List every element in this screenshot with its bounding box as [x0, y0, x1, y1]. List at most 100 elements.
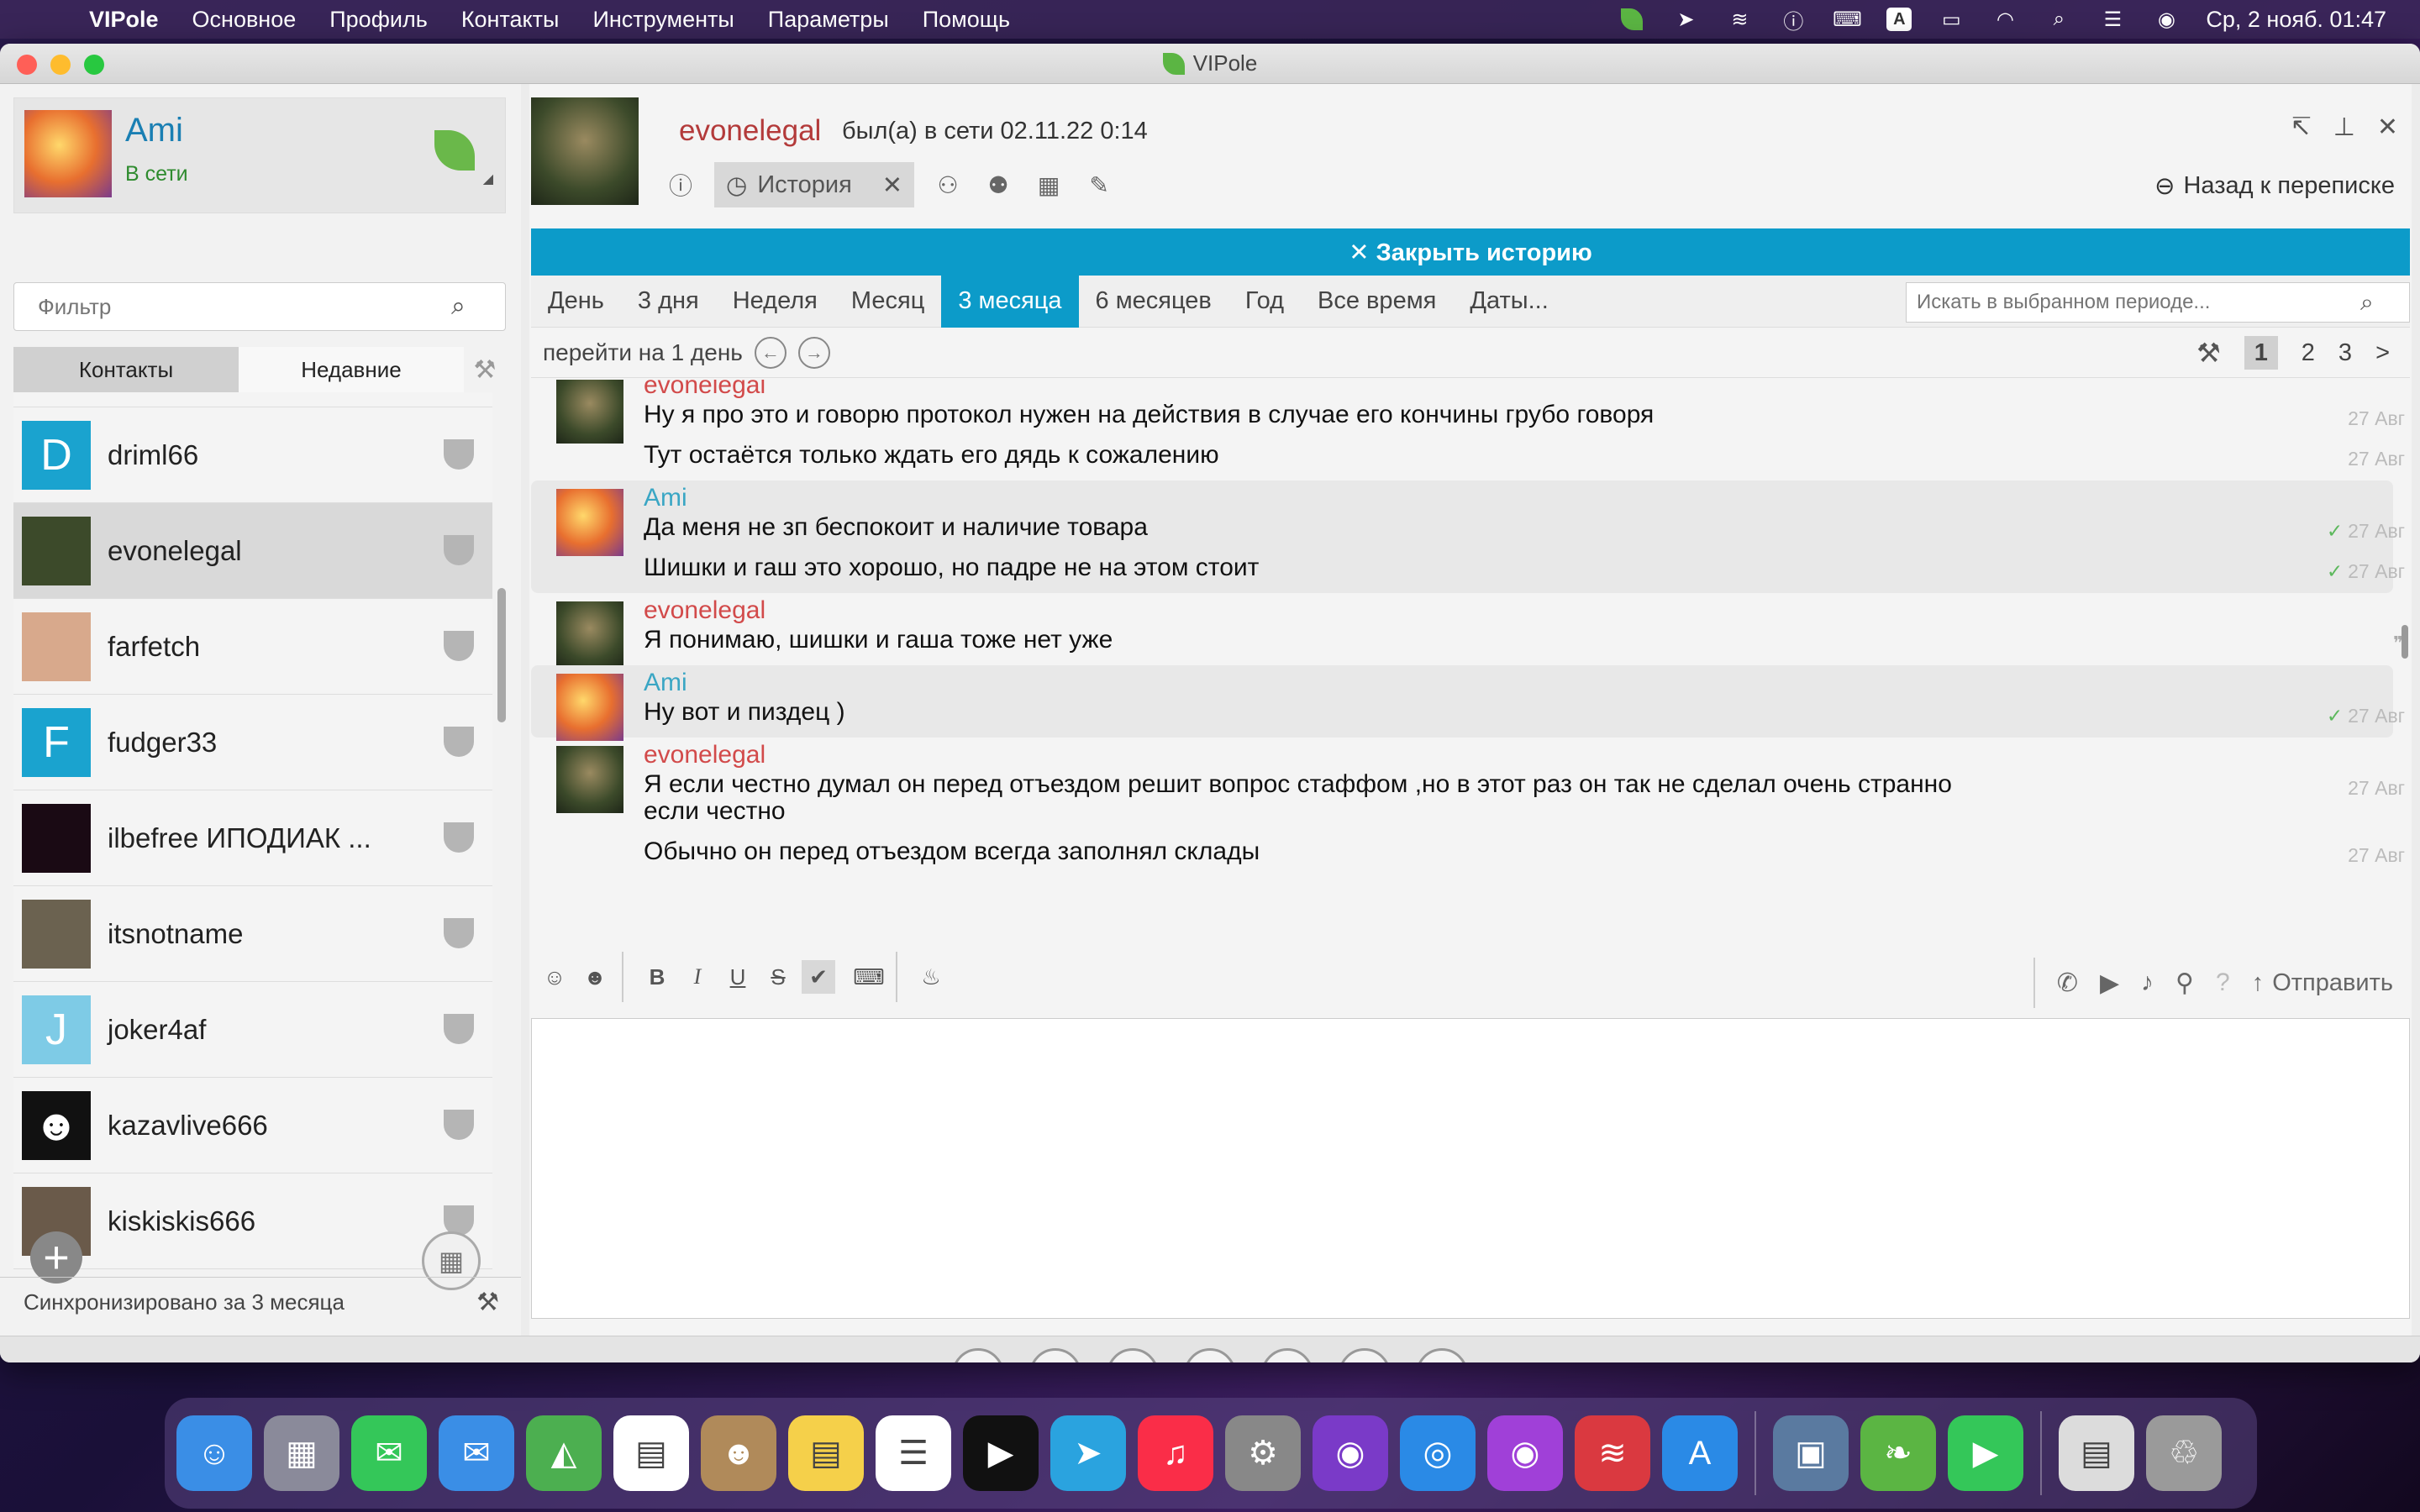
tools-icon[interactable]: ⚒	[464, 347, 506, 392]
tab-history[interactable]: ◷ История ✕	[714, 162, 915, 207]
close-icon[interactable]: ✕	[2377, 113, 2398, 142]
telegram-icon[interactable]: ➤	[1050, 1415, 1126, 1491]
peer-avatar[interactable]	[531, 97, 639, 205]
close-history-tab-icon[interactable]: ✕	[882, 171, 902, 200]
message-author[interactable]: evonelegal	[644, 593, 2393, 625]
message-author[interactable]: Ami	[644, 480, 2376, 512]
app-store-icon[interactable]: A	[1662, 1415, 1738, 1491]
tab-period[interactable]: 6 месяцев	[1079, 276, 1228, 328]
menu-app-name[interactable]: VIPole	[89, 7, 159, 33]
close-window-button[interactable]	[17, 55, 37, 75]
avatar[interactable]: D	[22, 420, 91, 490]
contact-item[interactable]: kiskiskis666	[13, 1173, 492, 1269]
next-day-button[interactable]: →	[797, 336, 830, 369]
menu-contacts[interactable]: Контакты	[461, 7, 560, 33]
podcasts-icon[interactable]: ◉	[1487, 1415, 1563, 1491]
status-shield-icon[interactable]	[434, 130, 475, 171]
page-link[interactable]: 2	[2302, 339, 2315, 367]
tab-recent[interactable]: Недавние	[239, 347, 464, 392]
message-text[interactable]: Я понимаю, шишки и гаша тоже нет уже❞⧉✕	[644, 625, 2403, 665]
expressvpn-icon[interactable]: ≋	[1575, 1415, 1650, 1491]
message-text[interactable]: Тут остаётся только ждать его дядь к сож…	[644, 440, 2410, 480]
tools-icon[interactable]: ⚒	[1416, 1347, 1468, 1362]
send-button[interactable]: ↑ Отправить	[2252, 969, 2393, 997]
page-link[interactable]: >	[2375, 339, 2390, 367]
period-search-input[interactable]	[1907, 291, 2360, 314]
finder-icon[interactable]: ☺	[176, 1415, 252, 1491]
reminders-icon[interactable]: ☰	[876, 1415, 951, 1491]
folder-icon[interactable]: ▭	[1261, 1347, 1313, 1362]
contact-item[interactable]: itsnotname	[13, 886, 492, 982]
bold-button[interactable]: B	[640, 960, 674, 994]
menubar-clock[interactable]: Ср, 2 нояб. 01:47	[2206, 7, 2386, 33]
prev-day-button[interactable]: ←	[754, 336, 786, 369]
page-link[interactable]: 1	[2244, 336, 2278, 370]
calendar-icon[interactable]: ▦	[1032, 168, 1065, 202]
contact-item[interactable]: Ffudger33	[13, 695, 492, 790]
spotlight-icon[interactable]: ⌕	[2044, 7, 2073, 32]
help-icon[interactable]: ?	[2216, 969, 2230, 997]
profile-card[interactable]: Ami В сети ◢	[13, 97, 506, 213]
menu-profile[interactable]: Профиль	[329, 7, 428, 33]
keyboard-tray-icon[interactable]: ⌨	[1833, 7, 1862, 32]
avatar[interactable]	[556, 746, 623, 813]
avatar[interactable]	[24, 110, 112, 197]
siri-icon[interactable]: ◉	[2152, 7, 2181, 32]
notes-icon[interactable]: ✎	[1082, 168, 1116, 202]
contact-item[interactable]: ilbefree ИПОДИАК ...	[13, 790, 492, 886]
message-text[interactable]: Обычно он перед отъездом всегда заполнял…	[644, 837, 2410, 877]
battery-icon[interactable]: ▭	[1937, 7, 1965, 32]
messages-scrollbar[interactable]	[2402, 625, 2408, 659]
safari-icon[interactable]: ◎	[1400, 1415, 1476, 1491]
add-contact-button[interactable]: +	[30, 1231, 82, 1284]
page-link[interactable]: 3	[2338, 339, 2352, 367]
expressvpn-tray-icon[interactable]: ≋	[1725, 7, 1754, 32]
contacts-icon[interactable]: ☻	[701, 1415, 776, 1491]
contacts-icon[interactable]: ⚉	[981, 168, 1015, 202]
avatar[interactable]	[556, 380, 623, 444]
calendar-icon[interactable]: ▦	[1029, 1347, 1081, 1362]
message-text[interactable]: Я если честно думал он перед отъездом ре…	[644, 769, 2410, 837]
contact-item[interactable]: ☻ kazavlive666	[13, 1078, 492, 1173]
wifi-icon[interactable]: ◠	[1991, 7, 2019, 32]
sticker-icon[interactable]: ☻	[578, 960, 612, 994]
message-author[interactable]: Ami	[644, 665, 2376, 697]
group-chat-icon[interactable]: ⚇	[1339, 1347, 1391, 1362]
group-chat-icon[interactable]: ⚇	[931, 168, 965, 202]
calendar-icon[interactable]: ▤	[613, 1415, 689, 1491]
contact-item[interactable]: farfetch	[13, 599, 492, 695]
minimize-window-button[interactable]	[50, 55, 71, 75]
facetime-icon[interactable]: ▶	[1948, 1415, 2023, 1491]
menu-basic[interactable]: Основное	[192, 7, 297, 33]
peer-name[interactable]: evonelegal	[679, 114, 821, 148]
vipole-icon[interactable]: ❧	[1860, 1415, 1936, 1491]
downloads-stack-icon[interactable]: ▤	[2059, 1415, 2134, 1491]
key-icon[interactable]: ⚷	[1184, 1347, 1236, 1362]
emoji-icon[interactable]: ☺	[538, 960, 571, 994]
control-center-icon[interactable]: ☰	[2098, 7, 2127, 32]
tab-contacts[interactable]: Контакты	[13, 347, 239, 392]
apple-tv-icon[interactable]: ▶	[963, 1415, 1039, 1491]
trash-icon[interactable]: ♲	[2146, 1415, 2222, 1491]
strike-button[interactable]: S	[761, 960, 795, 994]
menu-settings[interactable]: Параметры	[768, 7, 889, 33]
notes-icon[interactable]: ✎	[1107, 1347, 1159, 1362]
attach-icon[interactable]: ⚲	[2175, 969, 2194, 998]
message-text[interactable]: Ну я про это и говорю протокол нужен на …	[644, 400, 2410, 440]
avatar[interactable]: F	[22, 707, 91, 777]
avatar[interactable]	[556, 489, 623, 556]
info-icon[interactable]: ⓘ	[664, 168, 697, 202]
telegram-tray-icon[interactable]: ➤	[1671, 7, 1700, 32]
message-author[interactable]: evonelegal	[644, 738, 2393, 769]
launchpad-icon[interactable]: ▦	[264, 1415, 339, 1491]
preview-icon[interactable]: ▣	[1773, 1415, 1849, 1491]
phone-icon[interactable]: ✆	[2057, 969, 2078, 998]
search-icon[interactable]: ⌕	[2360, 289, 2374, 317]
keyboard-icon[interactable]: ⌨	[852, 960, 886, 994]
microphone-icon[interactable]: ♪	[2141, 969, 2154, 997]
menu-tools[interactable]: Инструменты	[592, 7, 734, 33]
tab-period[interactable]: Даты...	[1453, 276, 1565, 328]
spellcheck-icon[interactable]: ✔	[802, 960, 835, 994]
pin-icon[interactable]: ⊥	[2333, 113, 2355, 142]
period-search-field[interactable]: ⌕	[1906, 282, 2410, 323]
